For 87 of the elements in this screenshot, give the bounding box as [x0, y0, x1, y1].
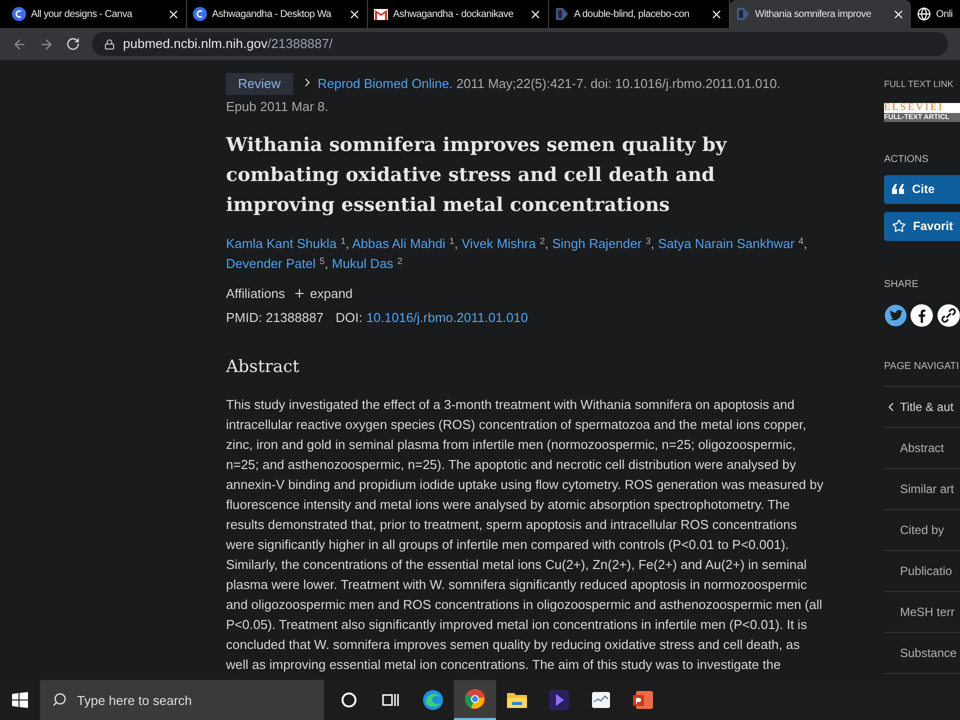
back-icon[interactable]: [12, 36, 27, 52]
affiliations-label: Affiliations: [226, 285, 286, 303]
author-link[interactable]: Mukul Das: [332, 256, 394, 271]
forward-icon[interactable]: [39, 36, 54, 52]
citation-text: 2011 May;22(5):421-7. doi: 10.1016/j.rbmo.2011.01.010.: [456, 76, 780, 91]
author-link[interactable]: Devender Patel: [226, 256, 316, 271]
expand-button[interactable]: expand: [293, 284, 353, 304]
close-icon[interactable]: [710, 8, 723, 20]
canva-logo-icon: [193, 7, 207, 21]
article-title: Withania somnifera improves semen quality by combating oxidative stress and cell death and improving essential metal concentrations: [226, 133, 728, 218]
affiliation-number: 2: [540, 236, 545, 246]
affiliation-number: 5: [320, 256, 325, 266]
affiliation-number: 1: [340, 236, 346, 246]
tab-title: Ashwagandha - Desktop Wa: [212, 8, 332, 22]
navigation-heading: PAGE NAVIGATI: [884, 360, 960, 374]
quote-icon: [892, 184, 905, 194]
abstract-text: This study investigated the effect of a 3-month treatment with Withania somnifera on apoptosis and intracellular reactive oxygen species (ROS) concentration of spermatozoa and the metal ions copper, zinc, iron and gold in seminal plasma from infertile men (normozoospermic, n=25; oligozoospermic, n=25; and asthenozoospermic, n=25). The apoptotic and necrotic cell distribution were analysed by annexin-V binding and propidium iodide uptake using flow cytometry. ROS generation was measured by fluorescence intensity and metal ions were analysed by atomic absorption spectrophotometry. The results demonstrated that, prior to treatment, sperm apoptosis and intracellular ROS concentrations were significantly higher in all groups of infertile men compared with controls (P<0.01 to P<0.001). Similarly, the concentrations of the essential metal ions Cu(2+), Zn(2+), Fe(2+) and Au(2+) in seminal plasma were lower. Treatment with W. somnifera significantly reduced apoptosis in normozoospermic and oligozoospermic men and ROS concentrations in oligozoospermic and asthenozoospermic men (all P<0.05). Treatment also significantly improved metal ion concentrations in infertile men (P<0.01). It is concluded that W. somnifera improves semen quality by reducing oxidative stress and cell death, as well as improving essential metal ion concentrations. The aim of this study was to investigate the: [226, 396, 824, 674]
affiliation-number: 1: [449, 236, 454, 246]
bird-icon[interactable]: [884, 302, 908, 328]
plus-icon: [293, 287, 306, 300]
doi-link[interactable]: 10.1016/j.rbmo.2011.01.010: [366, 308, 528, 327]
affiliation-number: 3: [646, 236, 651, 246]
share-heading: SHARE: [884, 278, 920, 292]
review-badge: Review: [226, 73, 293, 95]
video-editor-icon[interactable]: [549, 690, 569, 710]
star-icon: [892, 219, 906, 233]
tab-title: All your designs - Canva: [31, 8, 134, 22]
folder-icon[interactable]: [506, 691, 528, 709]
author-separator: ,: [324, 256, 328, 271]
author-separator: ,: [346, 236, 350, 251]
close-icon[interactable]: [892, 8, 905, 20]
abstract-heading: Abstract: [226, 356, 300, 379]
author-separator: ,: [650, 236, 654, 251]
tab-title: A double-blind, placebo-con: [574, 8, 690, 22]
document-icon: [736, 7, 750, 21]
doi-label: DOI:: [336, 308, 362, 326]
taskbar-button[interactable]: [454, 680, 496, 720]
pmid-text: PMID: 21388887: [226, 308, 324, 326]
globe-icon: [917, 7, 931, 21]
epub-date: Epub 2011 Mar 8.: [226, 98, 330, 116]
canva-logo-icon: [12, 7, 26, 21]
edge-browser-icon[interactable]: [422, 689, 444, 711]
presentation-app-icon[interactable]: [632, 690, 654, 710]
navigation-link[interactable]: Title & aut: [884, 386, 960, 428]
author-link[interactable]: Vivek Mishra: [462, 236, 536, 251]
author-link[interactable]: Kamla Kant Shukla: [226, 236, 337, 251]
windows-logo-icon[interactable]: [12, 692, 28, 708]
task-view-icon[interactable]: [382, 692, 400, 708]
tab-title: Withania somnifera improve: [755, 8, 872, 22]
affiliation-number: 4: [798, 236, 804, 246]
chrome-browser-icon[interactable]: [464, 688, 486, 710]
document-icon: [555, 7, 569, 21]
link-icon[interactable]: [936, 302, 960, 328]
navigation-link[interactable]: Abstract: [884, 428, 960, 468]
tab-title: Onli: [936, 8, 954, 22]
navigation-link[interactable]: Substance: [884, 632, 960, 674]
circle-icon[interactable]: [341, 692, 357, 708]
facebook-icon[interactable]: [910, 302, 934, 328]
affiliation-number: 2: [397, 256, 402, 266]
close-icon[interactable]: [529, 8, 542, 20]
close-icon[interactable]: [167, 8, 180, 20]
navigation-link[interactable]: Cited by: [884, 510, 960, 550]
action-button[interactable]: Cite: [884, 174, 960, 204]
author-link[interactable]: Abbas Ali Mahdi: [352, 236, 446, 251]
close-icon[interactable]: [348, 8, 361, 20]
lock-icon: [104, 38, 115, 50]
tab-title: Ashwagandha - dockanikave: [393, 8, 514, 22]
chart-window-icon[interactable]: [591, 690, 611, 710]
reload-icon[interactable]: [66, 37, 80, 51]
author-link[interactable]: Singh Rajender: [552, 236, 642, 251]
journal-link[interactable]: Reprod Biomed Online.: [318, 76, 453, 91]
actions-heading: ACTIONS: [884, 152, 930, 166]
search-icon: [52, 692, 67, 707]
author-link[interactable]: Satya Narain Sankhwar: [658, 236, 795, 251]
address-bar[interactable]: pubmed.ncbi.nlm.nih.gov/21388887/: [92, 32, 948, 56]
url-text: pubmed.ncbi.nlm.nih.gov/21388887/: [123, 35, 333, 54]
navigation-link[interactable]: Similar art: [884, 468, 960, 510]
envelope-icon: [374, 8, 388, 20]
navigation-link[interactable]: Publicatio: [884, 550, 960, 592]
navigation-link[interactable]: MeSH terr: [884, 592, 960, 632]
action-button[interactable]: Favorit: [884, 212, 960, 240]
author-separator: ,: [454, 236, 458, 251]
browser-tab[interactable]: Withania somnifera improve: [730, 0, 911, 28]
author-separator: ,: [804, 236, 808, 251]
author-separator: ,: [544, 236, 548, 251]
taskbar-search-field[interactable]: Type here to search: [40, 680, 324, 720]
full-text-heading: FULL TEXT LINK: [884, 78, 954, 91]
